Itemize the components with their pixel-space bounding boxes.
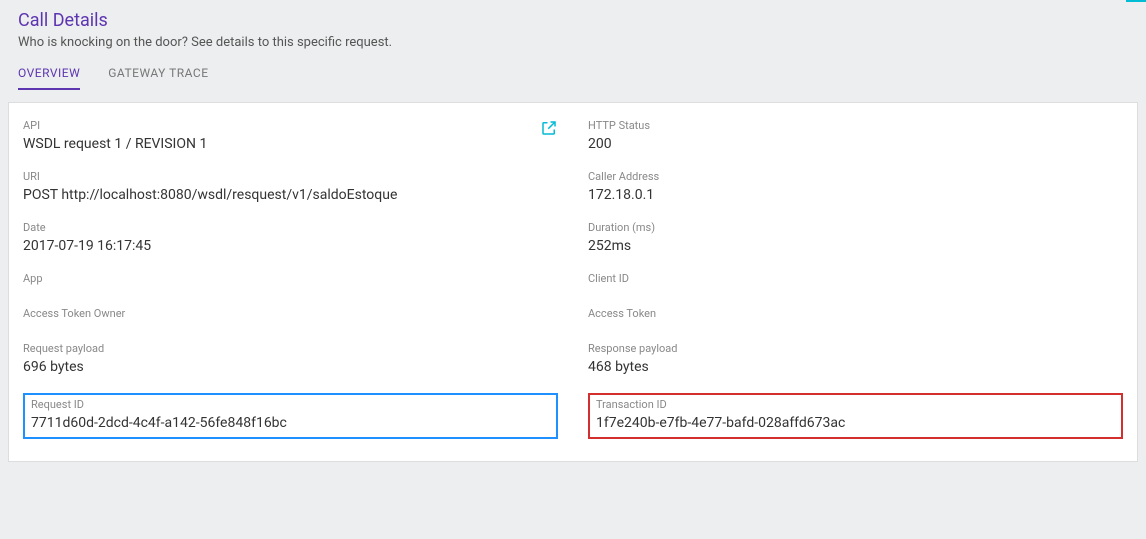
label-request-payload: Request payload [23,342,558,355]
label-client-id: Client ID [588,272,1123,285]
field-http-status: HTTP Status 200 [588,119,1123,152]
page-title: Call Details [18,10,1128,31]
top-accent-bar [1126,0,1146,2]
label-duration: Duration (ms) [588,221,1123,234]
label-api: API [23,119,207,132]
value-request-payload: 696 bytes [23,359,558,375]
value-api: WSDL request 1 / REVISION 1 [23,136,207,152]
field-client-id: Client ID [588,272,1123,289]
label-response-payload: Response payload [588,342,1123,355]
field-request-payload: Request payload 696 bytes [23,342,558,375]
value-uri: POST http://localhost:8080/wsdl/resquest… [23,187,558,203]
tabs: OVERVIEW GATEWAY TRACE [0,66,1146,90]
value-transaction-id: 1f7e240b-e7fb-4e77-bafd-028affd673ac [596,415,1115,431]
label-transaction-id: Transaction ID [596,398,1115,411]
label-access-token-owner: Access Token Owner [23,307,558,320]
page-header: Call Details Who is knocking on the door… [0,0,1146,66]
value-http-status: 200 [588,136,1123,152]
label-app: App [23,272,558,285]
page-subtitle: Who is knocking on the door? See details… [18,35,1128,50]
field-transaction-id: Transaction ID 1f7e240b-e7fb-4e77-bafd-0… [588,393,1123,439]
label-http-status: HTTP Status [588,119,1123,132]
value-caller-address: 172.18.0.1 [588,187,1123,203]
value-request-id: 7711d60d-2dcd-4c4f-a142-56fe848f16bc [31,415,550,431]
field-date: Date 2017-07-19 16:17:45 [23,221,558,254]
value-date: 2017-07-19 16:17:45 [23,238,558,254]
label-uri: URI [23,170,558,183]
label-caller-address: Caller Address [588,170,1123,183]
field-uri: URI POST http://localhost:8080/wsdl/resq… [23,170,558,203]
tab-overview[interactable]: OVERVIEW [18,66,80,90]
label-date: Date [23,221,558,234]
label-access-token: Access Token [588,307,1123,320]
tab-gateway-trace[interactable]: GATEWAY TRACE [108,66,208,90]
value-response-payload: 468 bytes [588,359,1123,375]
field-request-id: Request ID 7711d60d-2dcd-4c4f-a142-56fe8… [23,393,558,439]
field-access-token: Access Token [588,307,1123,324]
field-caller-address: Caller Address 172.18.0.1 [588,170,1123,203]
open-in-new-icon[interactable] [540,119,558,141]
field-response-payload: Response payload 468 bytes [588,342,1123,375]
field-duration: Duration (ms) 252ms [588,221,1123,254]
label-request-id: Request ID [31,398,550,411]
field-app: App [23,272,558,289]
field-access-token-owner: Access Token Owner [23,307,558,324]
overview-card: API WSDL request 1 / REVISION 1 HTTP Sta… [8,102,1138,462]
value-duration: 252ms [588,238,1123,254]
field-api: API WSDL request 1 / REVISION 1 [23,119,558,152]
